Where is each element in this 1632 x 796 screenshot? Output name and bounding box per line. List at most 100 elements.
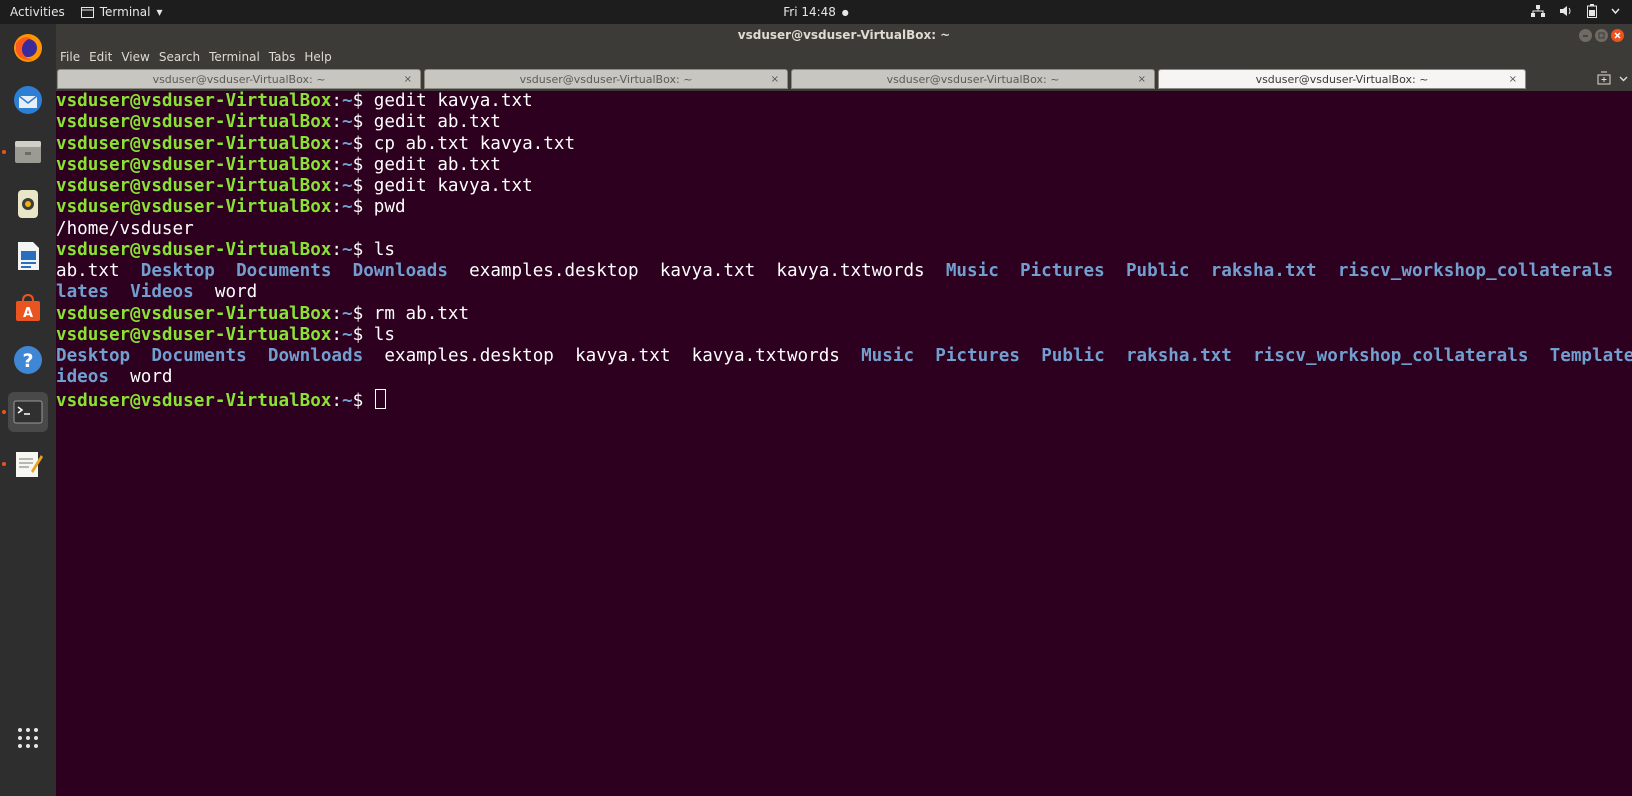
tab-label: vsduser@vsduser-VirtualBox: ~ (519, 73, 693, 86)
window-titlebar[interactable]: vsduser@vsduser-VirtualBox: ~ (56, 24, 1632, 48)
ls-entry (1317, 261, 1338, 281)
prompt-suffix: $ (352, 154, 374, 175)
ls-entry-dir: Templates (1549, 346, 1632, 366)
tab-3[interactable]: vsduser@vsduser-VirtualBox: ~ × (791, 69, 1155, 89)
prompt-separator: : (331, 324, 342, 345)
command-text: ls (373, 324, 395, 345)
prompt-path: ~ (342, 133, 353, 154)
ls-entry (670, 346, 691, 366)
terminal-line: vsduser@vsduser-VirtualBox:~$ cp ab.txt … (56, 134, 575, 155)
tab-close-icon[interactable]: × (771, 70, 779, 90)
new-tab-icon[interactable] (1597, 71, 1611, 85)
prompt-separator: : (331, 112, 342, 133)
clock[interactable]: Fri 14:48 ● (0, 5, 1632, 19)
volume-icon (1560, 6, 1571, 16)
terminal-line: ab.txt Desktop Documents Downloads examp… (56, 261, 1632, 282)
prompt-suffix: $ (352, 91, 374, 111)
dock: A ? (0, 24, 57, 796)
terminal-screen[interactable]: vsduser@vsduser-VirtualBox:~$ gedit kavy… (56, 91, 1632, 796)
tab-4-active[interactable]: vsduser@vsduser-VirtualBox: ~ × (1158, 69, 1526, 89)
ls-entry: ab.txt (56, 261, 120, 281)
firefox-icon (14, 34, 42, 62)
ls-entry-dir: riscv_workshop_collaterals (1253, 346, 1529, 366)
show-applications-button[interactable] (8, 718, 48, 758)
prompt-user: vsduser@vsduser-VirtualBox (56, 176, 332, 196)
system-tray[interactable] (1531, 4, 1620, 18)
prompt-user: vsduser@vsduser-VirtualBox (56, 197, 332, 218)
dock-rhythmbox[interactable] (8, 184, 48, 224)
terminal-line: Desktop Documents Downloads examples.des… (56, 346, 1632, 367)
prompt-suffix: $ (352, 176, 374, 196)
ls-entry (363, 346, 384, 366)
menu-help[interactable]: Help (304, 48, 331, 68)
menu-file[interactable]: File (60, 48, 80, 68)
ls-entry (109, 367, 130, 387)
prompt-separator: : (331, 91, 342, 111)
command-text: ls (373, 239, 395, 260)
dock-thunderbird[interactable] (8, 80, 48, 120)
prompt-user: vsduser@vsduser-VirtualBox (56, 239, 332, 260)
ls-entry: examples.desktop (469, 261, 639, 281)
terminal-line: vsduser@vsduser-VirtualBox:~$ (56, 388, 386, 411)
ls-entry (1020, 346, 1041, 366)
ls-entry (1613, 261, 1632, 281)
ls-entry-dir: Pictures (1020, 261, 1105, 281)
terminal-line: vsduser@vsduser-VirtualBox:~$ pwd (56, 197, 406, 218)
close-button[interactable] (1611, 29, 1624, 42)
dock-firefox[interactable] (8, 28, 48, 68)
menu-bar: File Edit View Search Terminal Tabs Help (56, 48, 1632, 68)
ls-entry (448, 261, 469, 281)
chevron-down-icon[interactable] (1619, 71, 1628, 85)
menu-view[interactable]: View (121, 48, 149, 68)
writer-icon (18, 242, 39, 270)
terminal-line: vsduser@vsduser-VirtualBox:~$ gedit ab.t… (56, 155, 501, 176)
ls-entry (925, 261, 946, 281)
ls-entry: examples.desktop (384, 346, 554, 366)
prompt-path: ~ (342, 303, 353, 324)
menu-tabs[interactable]: Tabs (269, 48, 296, 68)
thunderbird-icon (14, 86, 42, 114)
ls-entry: word (214, 282, 258, 303)
ls-entry: kavya.txt (575, 346, 671, 366)
ls-entry (1190, 261, 1211, 281)
prompt-user: vsduser@vsduser-VirtualBox (56, 91, 332, 111)
dock-terminal[interactable] (2, 392, 48, 432)
ls-entry-dir: Videos (130, 282, 194, 303)
ls-entry: kavya.txtwords (691, 346, 840, 366)
close-icon (1614, 32, 1621, 39)
tab-close-icon[interactable]: × (1509, 70, 1517, 90)
dock-text-editor[interactable] (2, 444, 48, 484)
dock-writer[interactable] (8, 236, 48, 276)
prompt-separator: : (331, 176, 342, 196)
command-text: gedit kavya.txt (373, 176, 533, 196)
prompt-path: ~ (342, 91, 353, 111)
prompt-path: ~ (342, 154, 353, 175)
ls-entry (1105, 261, 1126, 281)
prompt-user: vsduser@vsduser-VirtualBox (56, 112, 332, 133)
dock-help[interactable]: ? (8, 340, 48, 380)
ls-entry: word (130, 367, 173, 388)
dock-software[interactable]: A (8, 288, 48, 328)
ls-entry (840, 346, 861, 366)
prompt-suffix: $ (352, 239, 374, 260)
ls-entry (1528, 346, 1549, 366)
chevron-down-icon (1611, 8, 1620, 15)
tab-2[interactable]: vsduser@vsduser-VirtualBox: ~ × (424, 69, 788, 89)
minimize-button[interactable] (1579, 29, 1592, 42)
rhythmbox-icon (18, 190, 38, 218)
menu-search[interactable]: Search (159, 48, 200, 68)
maximize-button[interactable] (1595, 29, 1608, 42)
prompt-user: vsduser@vsduser-VirtualBox (56, 324, 332, 345)
tab-close-icon[interactable]: × (404, 70, 412, 90)
tab-1[interactable]: vsduser@vsduser-VirtualBox: ~ × (57, 69, 421, 89)
prompt-suffix: $ (352, 197, 374, 218)
tab-label: vsduser@vsduser-VirtualBox: ~ (152, 73, 326, 86)
prompt-suffix: $ (352, 303, 374, 324)
menu-terminal[interactable]: Terminal (209, 48, 260, 68)
clock-time: Fri 14:48 (783, 5, 836, 19)
dock-files[interactable] (2, 132, 48, 172)
menu-edit[interactable]: Edit (89, 48, 112, 68)
terminal-line: vsduser@vsduser-VirtualBox:~$ gedit kavy… (56, 176, 533, 197)
tab-close-icon[interactable]: × (1138, 70, 1146, 90)
prompt-path: ~ (342, 239, 353, 260)
